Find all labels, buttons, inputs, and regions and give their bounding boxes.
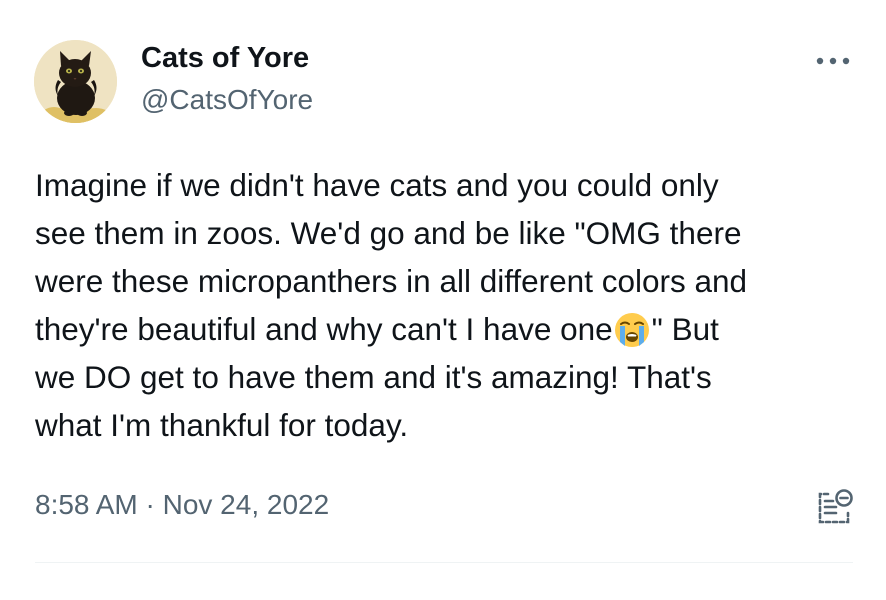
tweet-text-line: see them in zoos. We'd go and be like "O…: [35, 215, 742, 251]
view-activity-button[interactable]: [814, 486, 856, 528]
tweet-text-line: we DO get to have them and it's amazing!…: [35, 359, 712, 395]
author-display-name[interactable]: Cats of Yore: [141, 42, 309, 75]
tweet-text-line: Imagine if we didn't have cats and you c…: [35, 167, 719, 203]
divider: [35, 562, 853, 563]
more-options-icon: [816, 57, 850, 65]
black-kitten-avatar-icon: [34, 40, 117, 123]
tweet-text-line: they're beautiful and why can't I have o…: [35, 305, 855, 353]
view-activity-icon: [818, 489, 853, 524]
tweet-text-segment: they're beautiful and why can't I have o…: [35, 311, 613, 347]
more-options-button[interactable]: [812, 48, 854, 74]
loudly-crying-face-emoji-icon: [614, 313, 649, 347]
tweet-text-line: what I'm thankful for today.: [35, 407, 409, 443]
tweet-card: Cats of Yore @CatsOfYore Imagine if we d…: [0, 0, 886, 600]
tweet-text-segment: " But: [651, 311, 719, 347]
tweet-timestamp[interactable]: 8:58 AM · Nov 24, 2022: [35, 489, 329, 521]
tweet-text: Imagine if we didn't have cats and you c…: [35, 161, 855, 449]
avatar[interactable]: [34, 40, 117, 123]
tweet-text-line: were these micropanthers in all differen…: [35, 263, 748, 299]
author-handle[interactable]: @CatsOfYore: [141, 84, 313, 116]
